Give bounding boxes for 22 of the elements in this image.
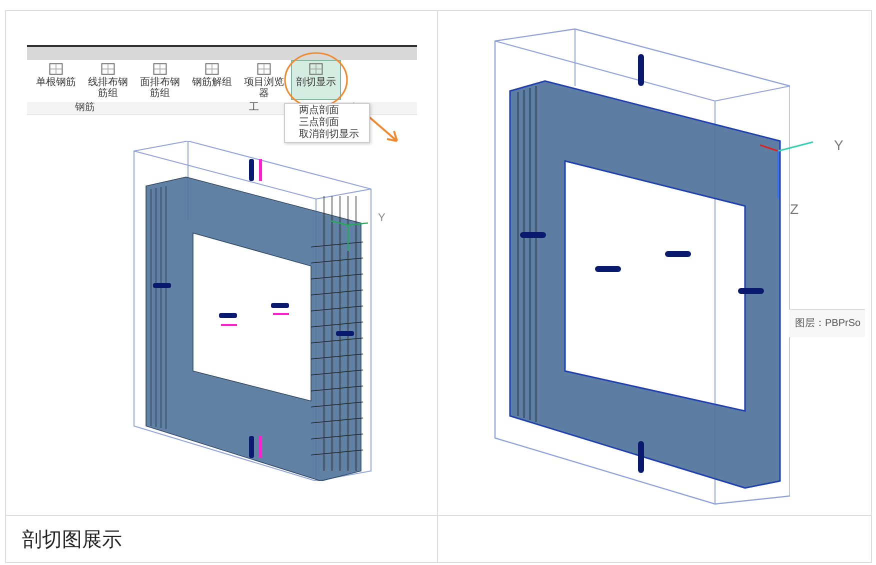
- axis-label: Y: [378, 211, 390, 223]
- menu-item[interactable]: 三点剖面: [285, 117, 369, 129]
- tooltip: 图层：PBPrSo: [789, 309, 865, 337]
- ribbon-button[interactable]: 钢筋解组: [187, 60, 237, 100]
- axis-label: Z: [790, 201, 799, 217]
- table-cell-text: 剖切图展示: [22, 526, 122, 553]
- ribbon-group-label: 工: [249, 102, 259, 114]
- axis-label: Y: [834, 137, 844, 153]
- ribbon-button[interactable]: 项目浏览器: [239, 60, 289, 100]
- ribbon-button[interactable]: 剖切显示: [291, 60, 341, 100]
- ribbon-tool-icon: [202, 61, 222, 77]
- ribbon-group-label: 钢筋: [75, 102, 95, 114]
- ribbon-tool-icon: [254, 61, 274, 77]
- ribbon-tool-icon: [98, 61, 118, 77]
- ribbon-button[interactable]: 单根钢筋: [31, 60, 81, 100]
- ribbon-button[interactable]: 线排布钢筋组: [83, 60, 133, 100]
- menu-item[interactable]: 两点剖面: [285, 105, 369, 117]
- ribbon-button[interactable]: 面排布钢筋组: [135, 60, 185, 100]
- ribbon-tool-icon: [46, 61, 66, 77]
- ribbon-tool-icon: [150, 61, 170, 77]
- menu-item[interactable]: 取消剖切显示: [285, 129, 369, 141]
- ribbon-tool-icon: [306, 61, 326, 77]
